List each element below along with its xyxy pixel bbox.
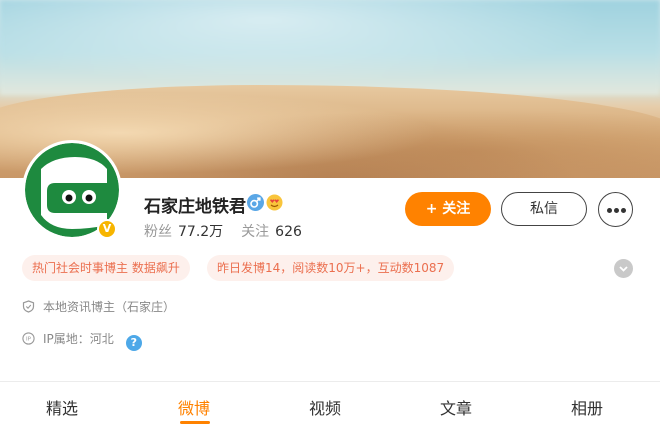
daily-stats-tag[interactable]: 昨日发博14，阅读数10万+，互动数1087 [207,255,455,281]
profile-tabs: 精选 微博 视频 文章 相册 [0,382,660,427]
heart-eyes-icon [266,194,283,211]
message-button[interactable]: 私信 [501,192,587,226]
more-dots-icon[interactable] [598,192,633,227]
fans-count[interactable]: 77.2万 [178,224,223,240]
active-tab-indicator [180,421,210,424]
tab-video[interactable]: 视频 [309,395,341,419]
following-label: 关注 [241,224,270,240]
banner-sea [0,0,660,95]
blogger-type-row: 本地资讯博主（石家庄） [22,298,175,315]
blogger-type: 本地资讯博主（石家庄） [43,300,176,314]
shield-icon [22,300,35,313]
tab-featured[interactable]: 精选 [46,395,78,419]
male-icon [247,194,264,211]
tab-album[interactable]: 相册 [571,395,603,419]
fans-label: 粉丝 [144,224,172,240]
tab-articles[interactable]: 文章 [440,395,472,419]
svg-text:IP: IP [26,337,32,343]
hot-blogger-tag[interactable]: 热门社会时事博主 数据飙升 [22,255,190,281]
tab-weibo[interactable]: 微博 [178,395,210,419]
following-count[interactable]: 626 [275,224,302,240]
ip-icon: IP [22,332,35,345]
verified-badge-icon: V [97,219,117,239]
expand-chevron-icon[interactable] [614,259,633,278]
follow-button[interactable]: + 关注 [405,192,491,226]
ip-location: IP属地：河北 [43,332,114,346]
ip-location-row: IP IP属地：河北? [22,330,142,351]
profile-name: 石家庄地铁君 [144,197,246,217]
help-icon[interactable]: ? [125,335,142,351]
profile-stats: 粉丝 77.2万 关注 626 [144,221,302,241]
